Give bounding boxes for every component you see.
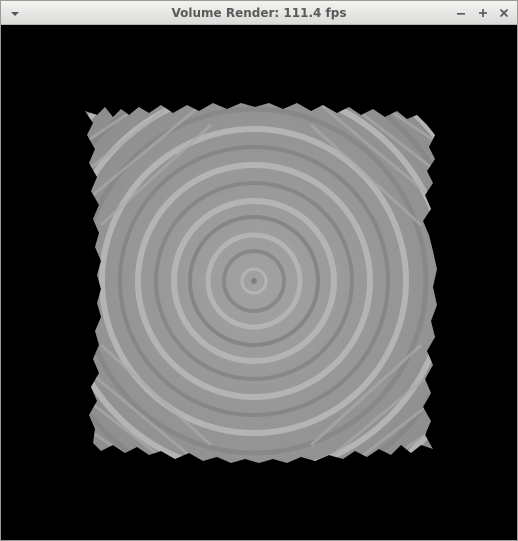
- maximize-icon: [479, 9, 487, 17]
- render-viewport[interactable]: [1, 25, 517, 540]
- window-title: Volume Render: 111.4 fps: [171, 6, 347, 20]
- center-point: [251, 278, 257, 284]
- close-button[interactable]: [496, 5, 512, 21]
- maximize-button[interactable]: [475, 5, 491, 21]
- minimize-icon: [457, 13, 465, 15]
- volume-render-canvas[interactable]: [1, 25, 517, 540]
- title-bar[interactable]: Volume Render: 111.4 fps: [1, 1, 517, 25]
- volume-surface: [85, 103, 437, 463]
- minimize-button[interactable]: [453, 5, 469, 21]
- app-window: Volume Render: 111.4 fps: [0, 0, 518, 541]
- close-icon: [499, 8, 509, 18]
